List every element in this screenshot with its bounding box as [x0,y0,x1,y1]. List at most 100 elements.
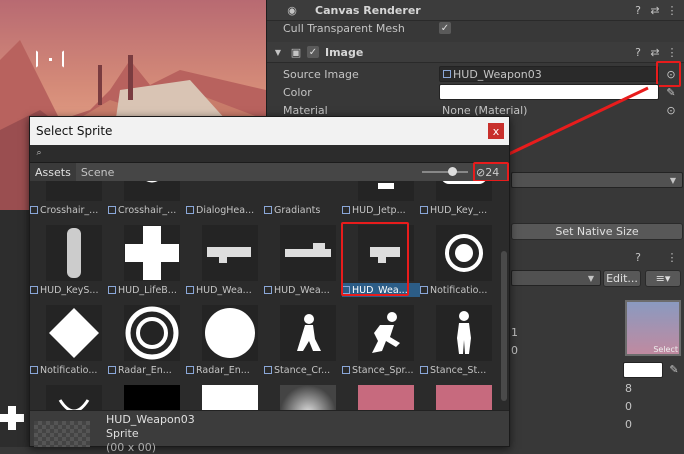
item-label: DialogHea... [196,204,255,216]
sprite-icon [443,70,451,78]
preset-icon[interactable]: ⇄ [648,45,662,59]
jetpack-thumb [358,181,414,201]
item-label: HUD_Jetp... [352,204,406,216]
gradient-thumb [280,181,336,201]
dialog-thumb [202,181,258,201]
source-image-field[interactable]: HUD_Weapon03 [439,66,659,82]
dropdown-field[interactable]: ▼ [511,172,683,188]
list-item[interactable]: HUD_Wea... [264,225,342,305]
color-field[interactable] [439,84,659,100]
image-enabled-checkbox[interactable]: ✓ [307,46,319,58]
dialog-tabs: Assets Scene ⊘ 24 [30,163,509,181]
edit-button[interactable]: Edit... [603,270,641,287]
help-icon[interactable]: ? [631,250,645,264]
preset-icon[interactable]: ⇄ [648,3,662,17]
item-label: HUD_Wea... [196,284,252,296]
scrollbar[interactable] [501,251,507,401]
list-item[interactable]: HUD_Key_... [420,181,498,225]
value-3[interactable]: 8 [625,382,632,395]
item-label: Notificatio... [430,284,488,296]
image-header[interactable]: ▼ ▣ ✓ Image ? ⇄ ⋮ [267,42,684,63]
list-item[interactable]: Stance_Spr... [342,305,420,385]
help-icon[interactable]: ? [631,45,645,59]
crosshair-thumb [46,385,102,410]
sprite-icon [342,366,350,374]
selected-item-highlight [341,222,409,296]
tab-scene[interactable]: Scene [76,163,120,181]
item-label: Radar_En... [118,364,172,376]
list-item[interactable]: Radar_En... [186,305,264,385]
search-icon: ⌕ [36,148,42,158]
set-native-size-button[interactable]: Set Native Size [511,223,683,240]
zoom-slider[interactable] [422,167,468,176]
list-item[interactable]: HUD_LifeB... [108,225,186,305]
sprite-icon [342,206,350,214]
eye-icon: ◉ [287,3,297,17]
material-preview-thumb[interactable]: Select [625,300,681,356]
cull-label: Cull Transparent Mesh [283,21,405,35]
list-item[interactable]: Crosshair_... [30,181,108,225]
sprite-icon [30,366,38,374]
list-item[interactable] [30,385,108,410]
list-item[interactable]: Stance_St... [420,305,498,385]
crosshair-thumb [46,181,102,201]
layer-dropdown[interactable]: ≡▾ [645,270,681,287]
help-icon[interactable]: ? [631,3,645,17]
value-2: 0 [511,344,518,357]
list-item[interactable]: Notificatio... [30,305,108,385]
item-label: HUD_KeyS... [40,284,99,296]
value-4[interactable]: 0 [625,400,632,413]
preview-bar: HUD_Weapon03 Sprite (00 x 00) [30,410,509,454]
list-item[interactable] [108,385,186,410]
list-item[interactable]: Notificatio... [420,225,498,305]
menu-icon[interactable]: ⋮ [665,250,679,264]
list-item[interactable]: HUD_KeyS... [30,225,108,305]
list-item[interactable] [420,385,498,410]
collapse-arrow-icon[interactable]: ▼ [271,45,285,59]
item-label: Crosshair_... [118,204,177,216]
list-item[interactable]: Stance_Cr... [264,305,342,385]
sprite-icon [264,206,272,214]
search-input[interactable]: ⌕ [30,145,509,163]
weapon-thumb [280,225,336,281]
item-label: HUD_Key_... [430,204,488,216]
list-item[interactable]: DialogHea... [186,181,264,225]
stance-crouch-thumb [280,305,336,361]
list-item[interactable]: Radar_En... [108,305,186,385]
radar-thumb [124,305,180,361]
value-5[interactable]: 0 [625,418,632,431]
preview-name: HUD_Weapon03 [106,413,195,426]
canvas-renderer-header[interactable]: ◉ Canvas Renderer ? ⇄ ⋮ [267,0,684,21]
list-item[interactable] [342,385,420,410]
menu-icon[interactable]: ⋮ [665,45,679,59]
dialog-titlebar[interactable]: Select Sprite x [30,117,509,145]
zoom-slider-handle[interactable] [448,167,457,176]
list-item[interactable] [186,385,264,410]
source-image-value: HUD_Weapon03 [453,67,542,81]
material-label: Material [283,103,328,117]
object-picker-icon[interactable]: ⊙ [664,103,678,117]
select-field[interactable]: ▼ [511,270,601,286]
select-sprite-dialog: Select Sprite x ⌕ Assets Scene ⊘ 24 Cross… [29,116,510,454]
list-item[interactable]: Crosshair_... [108,181,186,225]
menu-icon[interactable]: ⋮ [665,3,679,17]
stance-sprint-thumb [358,305,414,361]
list-item[interactable]: Gradiants [264,181,342,225]
notification-diamond-thumb [46,305,102,361]
image-title: Image [325,45,364,59]
eyedropper-icon[interactable]: ✎ [667,362,681,376]
sprite-icon [186,366,194,374]
tab-assets[interactable]: Assets [30,163,76,181]
eyedropper-icon[interactable]: ✎ [664,85,678,99]
item-label: Radar_En... [196,364,250,376]
material-value: None (Material) [442,103,528,117]
sprite-icon [108,366,116,374]
close-button[interactable]: x [488,123,504,139]
list-item[interactable] [264,385,342,410]
color-swatch[interactable] [623,362,663,378]
chevron-down-icon: ▼ [587,273,595,283]
list-item[interactable]: HUD_Wea... [186,225,264,305]
list-item[interactable]: HUD_Jetp... [342,181,420,225]
select-label: Select [653,345,678,354]
cull-checkbox[interactable]: ✓ [439,22,451,34]
